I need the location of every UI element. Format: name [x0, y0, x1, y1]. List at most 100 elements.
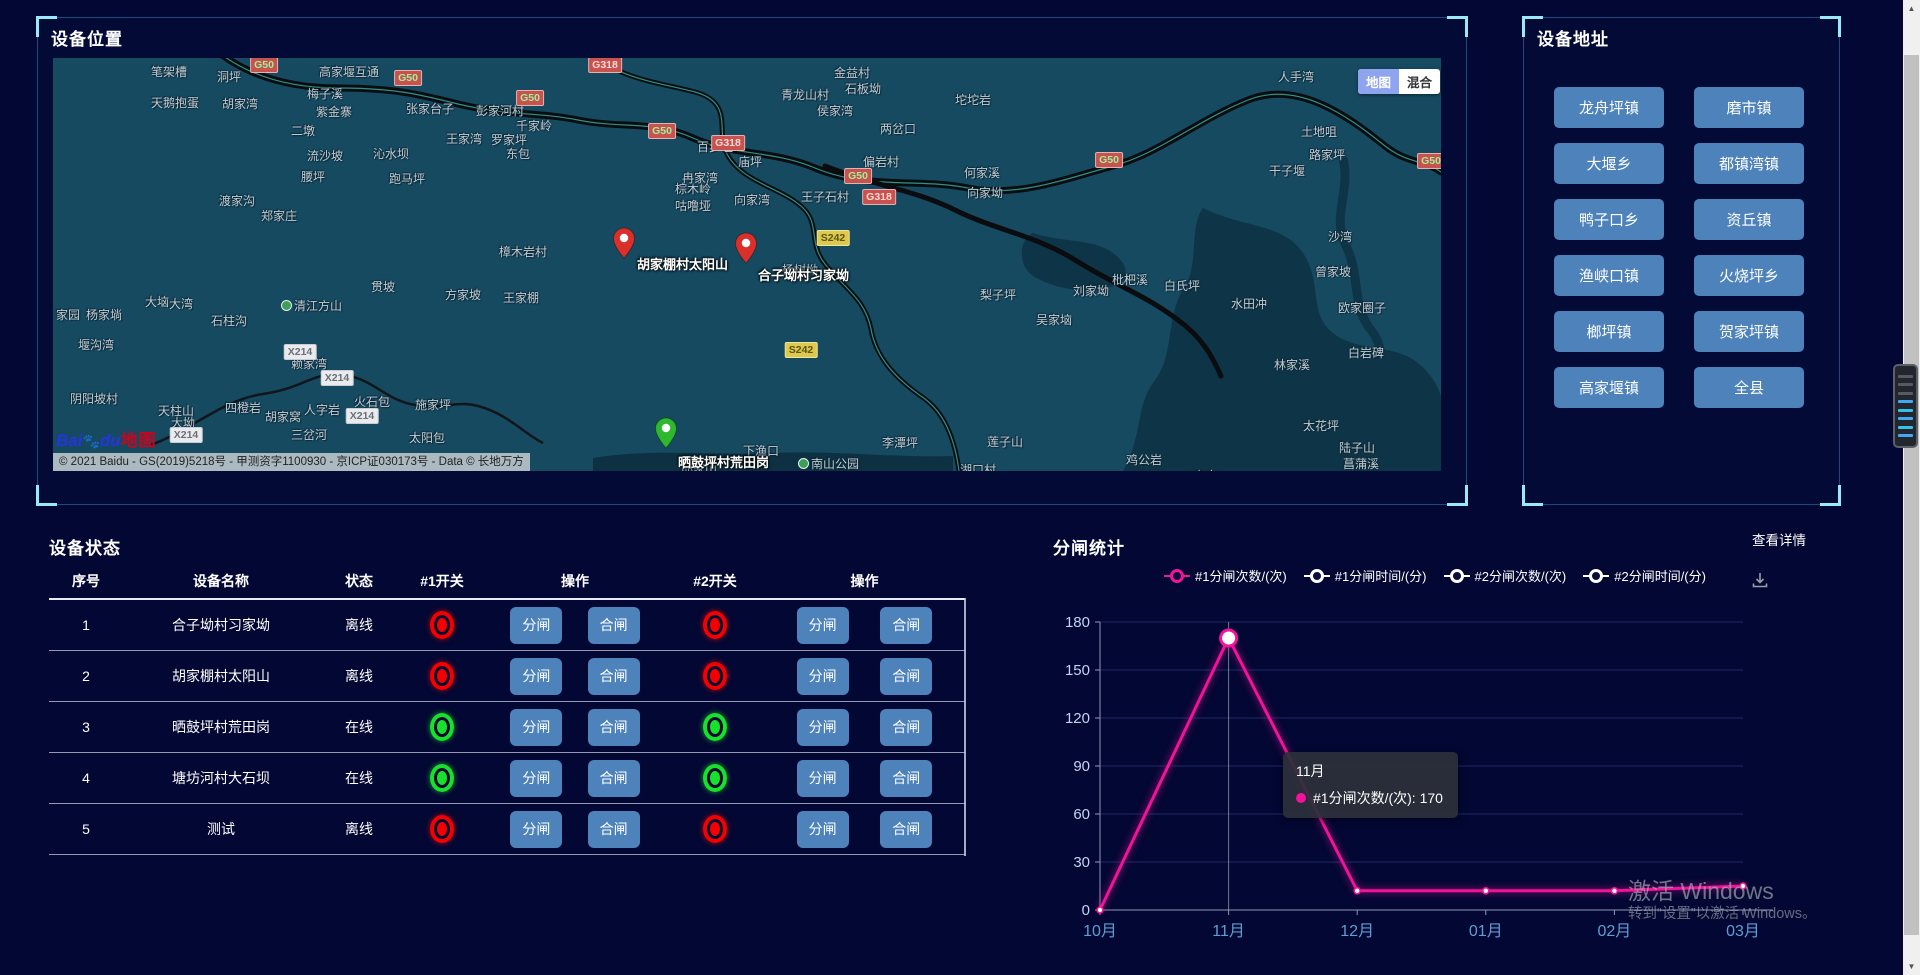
road-badge: G50 [844, 168, 872, 184]
address-button[interactable]: 全县 [1694, 367, 1804, 408]
address-button[interactable]: 榔坪镇 [1554, 311, 1664, 352]
scroll-minimap-widget[interactable] [1893, 364, 1918, 448]
close-switch-button[interactable]: 合闸 [588, 709, 640, 746]
baidu-map[interactable]: 笔架槽洞坪天鹅抱蛋胡家湾高家堰互通梅子溪紫金寨二墩流沙坡沁水坝腰坪跑马坪渡家沟郑… [53, 58, 1441, 471]
map-type-control[interactable]: 地图混合 [1358, 69, 1440, 94]
open-switch-button[interactable]: 分闸 [510, 811, 562, 848]
map-place-label: 二墩 [291, 122, 315, 139]
legend-item[interactable]: #2分闸次数/(次) [1444, 566, 1567, 585]
map-pin-icon[interactable] [612, 227, 636, 259]
map-place-label: 两岔口 [880, 120, 916, 137]
table-header-cell: 序号 [49, 571, 123, 591]
open-switch-button[interactable]: 分闸 [797, 709, 849, 746]
table-header-cell: 操作 [485, 571, 665, 591]
map-place-label: 高家堰互通 [319, 63, 379, 80]
close-switch-button[interactable]: 合闸 [588, 658, 640, 695]
download-icon[interactable] [1750, 570, 1770, 590]
cell-status: 离线 [319, 615, 399, 635]
map-place-label: 何家溪 [964, 164, 1000, 181]
open-switch-button[interactable]: 分闸 [797, 811, 849, 848]
switch-status-lamp-red [703, 662, 727, 690]
open-switch-button[interactable]: 分闸 [510, 709, 562, 746]
corner-decoration [1820, 485, 1841, 506]
scrollbar-down-arrow-icon[interactable]: ▼ [1903, 958, 1920, 975]
cell-actions2: 分闸合闸 [765, 709, 964, 746]
address-button[interactable]: 高家堰镇 [1554, 367, 1664, 408]
map-place-label: 张家台子 [406, 100, 454, 117]
map-marker-label: 合子坳村习家坳 [758, 265, 849, 284]
road-badge: G318 [588, 58, 622, 73]
close-switch-button[interactable]: 合闸 [588, 607, 640, 644]
map-pin-icon[interactable] [654, 417, 678, 449]
scrollbar-thumb[interactable] [1904, 55, 1919, 935]
legend-label: #2分闸次数/(次) [1475, 566, 1567, 585]
map-marker-label: 胡家棚村太阳山 [637, 254, 728, 273]
road-badge: S242 [785, 342, 818, 358]
close-switch-button[interactable]: 合闸 [880, 607, 932, 644]
cell-switch2 [665, 713, 765, 741]
open-switch-button[interactable]: 分闸 [510, 760, 562, 797]
cell-status: 离线 [319, 819, 399, 839]
dashboard-page: 设备位置 笔架槽洞坪天鹅抱蛋胡家湾高家堰互通梅子溪紫金寨二墩流沙坡沁水坝腰坪跑马… [0, 0, 1920, 975]
address-button[interactable]: 大堰乡 [1554, 143, 1664, 184]
map-place-label: 土地咀 [1301, 123, 1337, 140]
close-switch-button[interactable]: 合闸 [588, 811, 640, 848]
legend-item[interactable]: #2分闸时间/(分) [1583, 566, 1706, 585]
vertical-scrollbar[interactable]: ▲ ▼ [1903, 0, 1920, 975]
address-button[interactable]: 贺家坪镇 [1694, 311, 1804, 352]
map-type-option[interactable]: 混合 [1399, 69, 1440, 94]
legend-item[interactable]: #1分闸次数/(次) [1164, 566, 1287, 585]
close-switch-button[interactable]: 合闸 [880, 760, 932, 797]
open-switch-button[interactable]: 分闸 [797, 607, 849, 644]
cell-switch2 [665, 815, 765, 843]
road-badge: X214 [284, 344, 317, 360]
windows-watermark-line1: 激活 Windows [1628, 872, 1774, 906]
map-place-label: 枇杷溪 [1112, 271, 1148, 288]
open-switch-button[interactable]: 分闸 [510, 607, 562, 644]
address-button[interactable]: 磨市镇 [1694, 87, 1804, 128]
cell-switch1 [399, 764, 485, 792]
address-button[interactable]: 火烧坪乡 [1694, 255, 1804, 296]
cell-index: 3 [49, 719, 123, 735]
address-button[interactable]: 鸭子口乡 [1554, 199, 1664, 240]
map-place-label: 郑家庄 [261, 207, 297, 224]
open-switch-button[interactable]: 分闸 [797, 658, 849, 695]
map-pin-icon[interactable] [734, 232, 758, 264]
road-badge: G50 [250, 58, 278, 73]
legend-item[interactable]: #1分闸时间/(分) [1304, 566, 1427, 585]
tooltip-entry: #1分闸次数/(次): 170 [1313, 788, 1443, 808]
cell-switch2 [665, 611, 765, 639]
map-place-label: 笔架槽 [151, 63, 187, 80]
open-switch-button[interactable]: 分闸 [797, 760, 849, 797]
cell-index: 1 [49, 617, 123, 633]
close-switch-button[interactable]: 合闸 [880, 709, 932, 746]
map-place-label: 人字岩 [304, 401, 340, 418]
close-switch-button[interactable]: 合闸 [588, 760, 640, 797]
poi-icon [798, 458, 809, 469]
switch-status-lamp-green [430, 764, 454, 792]
cell-index: 5 [49, 821, 123, 837]
open-switch-button[interactable]: 分闸 [510, 658, 562, 695]
map-panel-title: 设备位置 [51, 25, 123, 50]
svg-text:10月: 10月 [1083, 923, 1117, 940]
svg-text:12月: 12月 [1340, 923, 1374, 940]
legend-marker-icon [1583, 575, 1609, 577]
scrollbar-up-arrow-icon[interactable]: ▲ [1903, 0, 1920, 17]
view-details-link[interactable]: 查看详情 [1752, 529, 1806, 549]
legend-label: #2分闸时间/(分) [1614, 566, 1706, 585]
device-address-panel: 设备地址 龙舟坪镇磨市镇大堰乡都镇湾镇鸭子口乡资丘镇渔峡口镇火烧坪乡榔坪镇贺家坪… [1523, 17, 1840, 505]
map-type-option[interactable]: 地图 [1358, 69, 1399, 94]
legend-marker-icon [1444, 575, 1470, 577]
chart-tooltip: 11月 #1分闸次数/(次): 170 [1283, 752, 1458, 818]
close-switch-button[interactable]: 合闸 [880, 811, 932, 848]
address-button[interactable]: 都镇湾镇 [1694, 143, 1804, 184]
address-button[interactable]: 渔峡口镇 [1554, 255, 1664, 296]
address-button[interactable]: 资丘镇 [1694, 199, 1804, 240]
address-button[interactable]: 龙舟坪镇 [1554, 87, 1664, 128]
close-switch-button[interactable]: 合闸 [880, 658, 932, 695]
svg-text:90: 90 [1073, 758, 1090, 775]
map-place-label: 向家坳 [967, 184, 1003, 201]
map-place-label: 堰沟湾 [78, 336, 114, 353]
road-badge: G50 [516, 90, 544, 106]
map-place-label: 紫金寨 [316, 103, 352, 120]
